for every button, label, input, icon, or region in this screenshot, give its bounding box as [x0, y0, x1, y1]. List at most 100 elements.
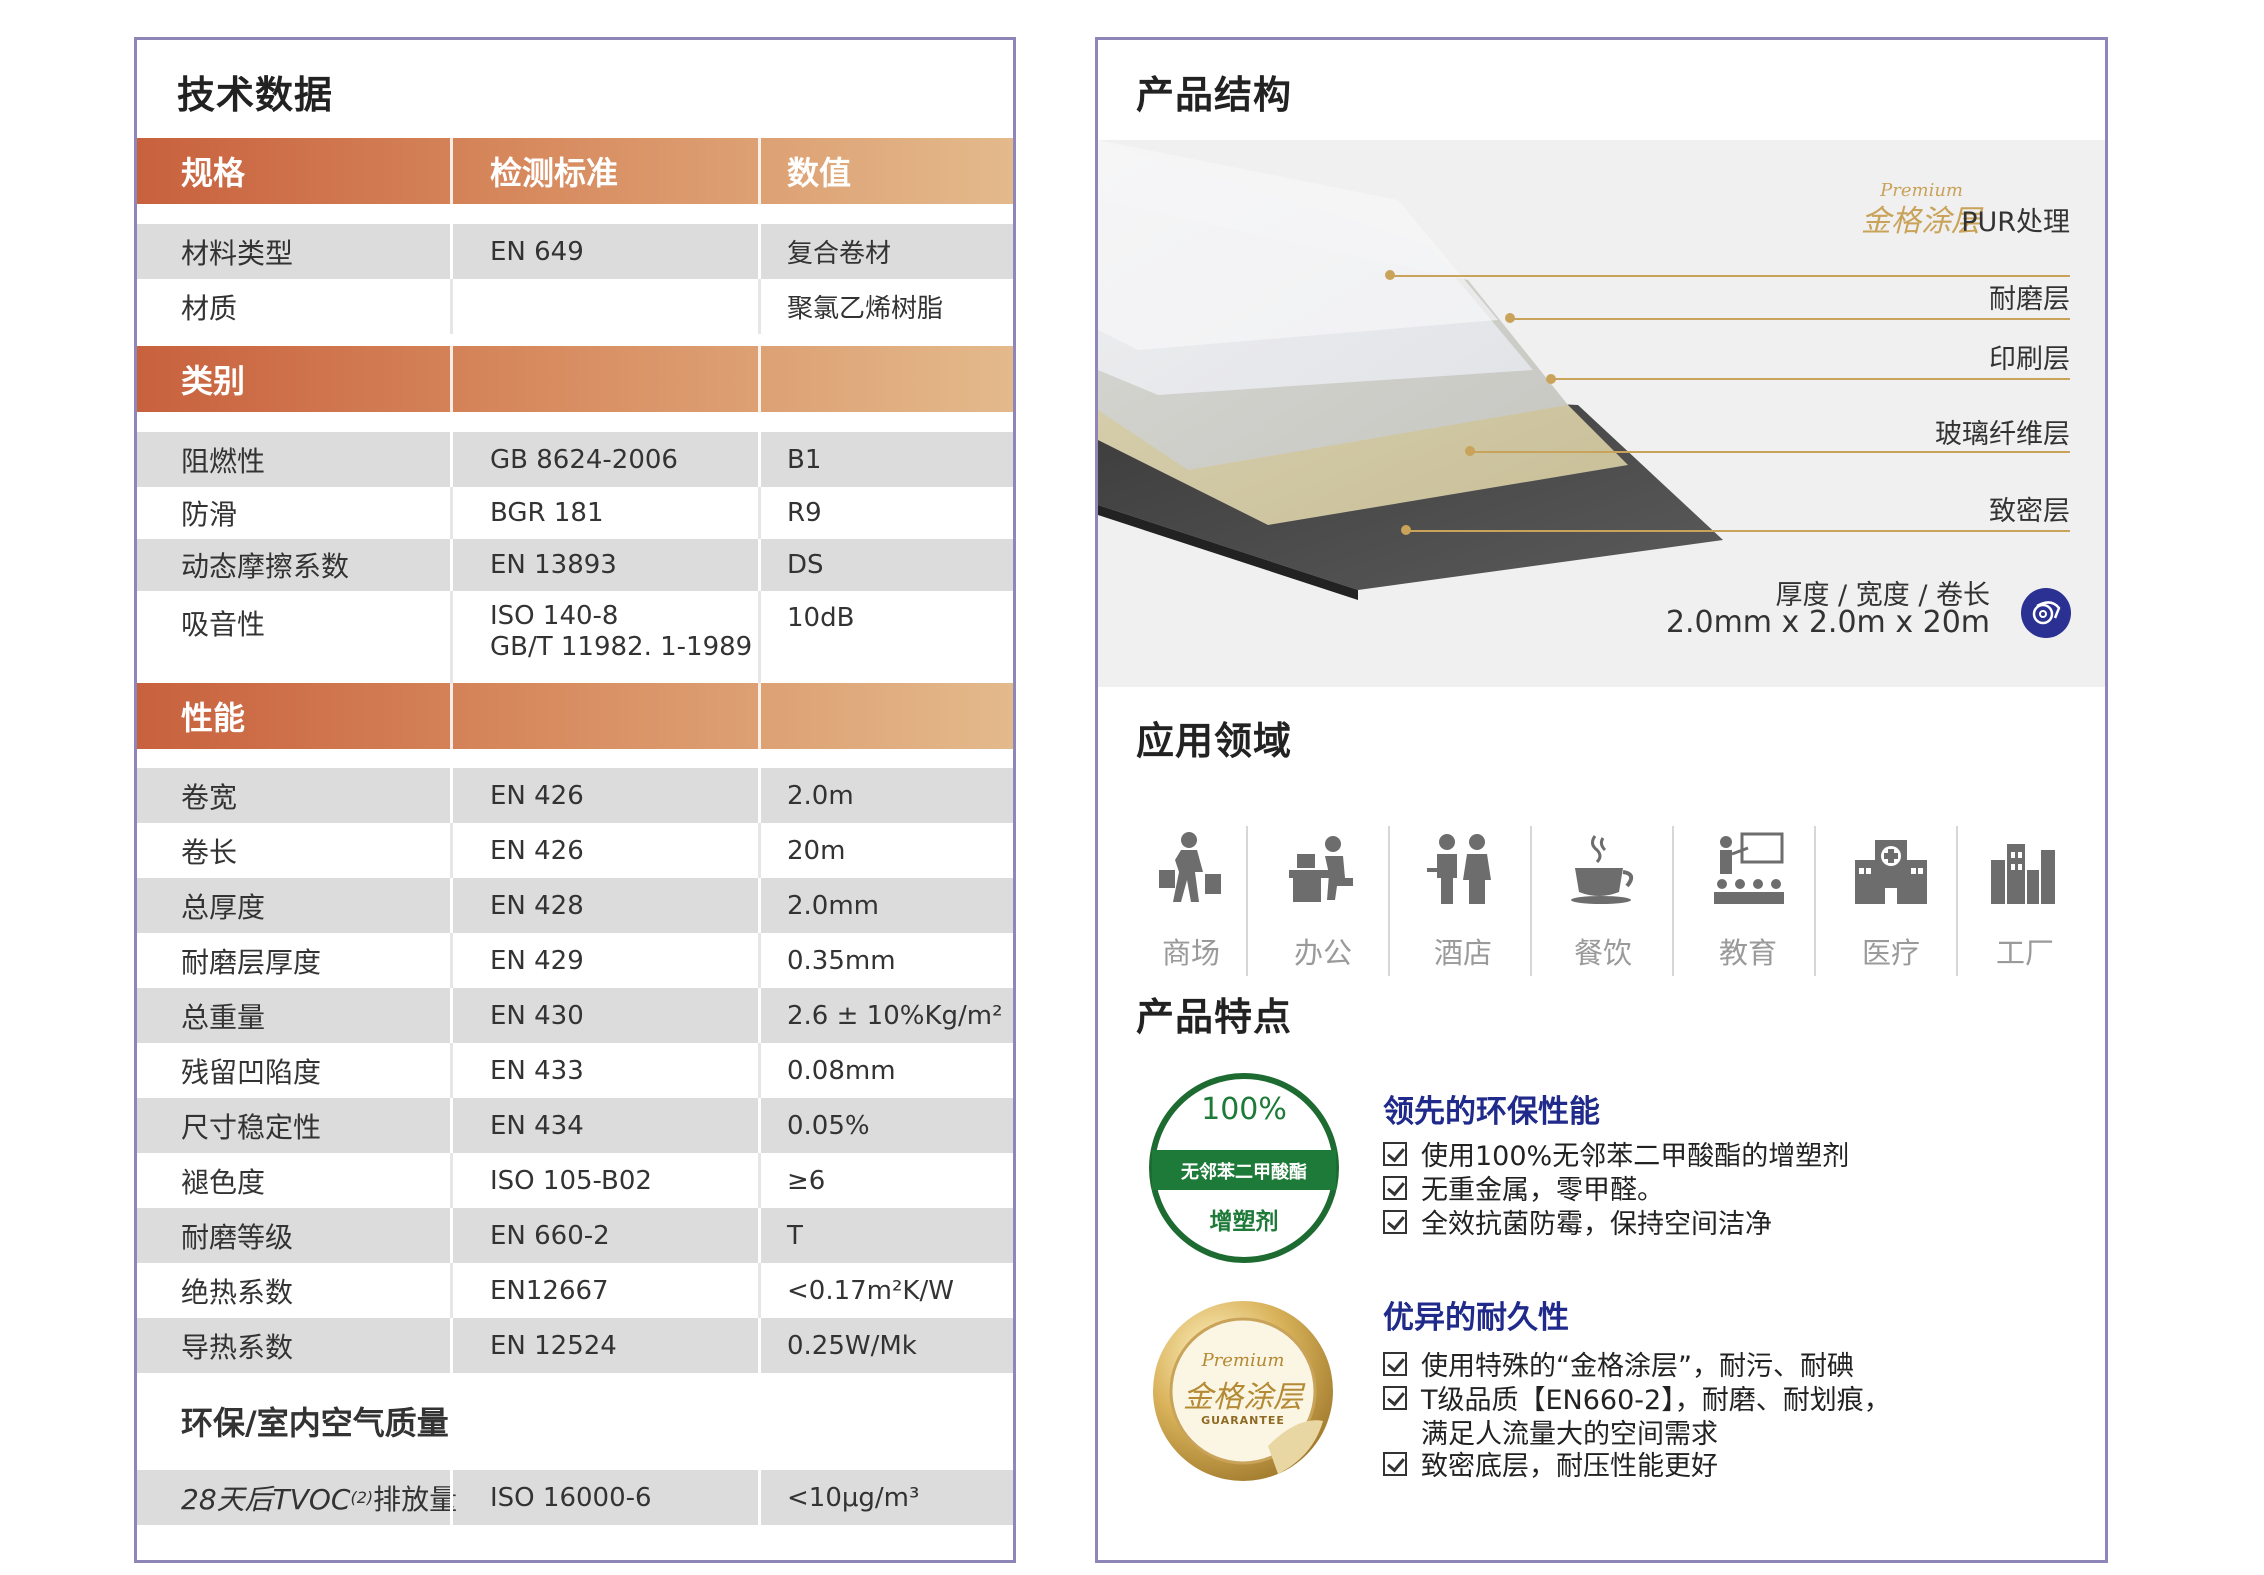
- row-standard: ISO 16000-6: [490, 1482, 652, 1513]
- dims-value: 2.0mm x 2.0m x 20m: [1665, 605, 1990, 640]
- tvoc-label-suffix: 排放量: [373, 1482, 458, 1516]
- pur-label: PUR处理: [1961, 207, 2070, 238]
- table-row: 阻燃性 GB 8624-2006 B1: [137, 432, 1013, 487]
- row-name: 卷宽: [181, 780, 238, 814]
- env-section-title: 环保/室内空气质量: [181, 1404, 449, 1442]
- hotel-staff-icon: [1427, 834, 1491, 904]
- table-row: 褪色度 ISO 105-B02 ≥6: [137, 1153, 1013, 1208]
- badge-bottom: 增塑剂: [1209, 1209, 1279, 1235]
- row-value: R9: [787, 498, 822, 528]
- divider: [1956, 826, 1958, 976]
- row-name: 材质: [181, 291, 238, 325]
- row-standard: EN 13893: [490, 550, 617, 580]
- application-label: 商场: [1161, 936, 1220, 970]
- pointer-line: [1470, 451, 2070, 453]
- checkbox-icon: [1383, 1175, 1407, 1200]
- feature1-item: 全效抗菌防霉，保持空间洁净: [1383, 1202, 1772, 1241]
- phthalate-free-badge: 100% 无邻苯二甲酸酯 增塑剂: [1146, 1070, 1342, 1266]
- table-row: 材质 聚氯乙烯树脂: [137, 279, 1013, 334]
- row-standard: ISO 105-B02: [490, 1165, 652, 1196]
- shopper-icon: [1159, 832, 1221, 902]
- table-row: 耐磨层厚度 EN 429 0.35mm: [137, 933, 1013, 988]
- row-name: 耐磨等级: [181, 1220, 294, 1254]
- row-standard: EN 434: [490, 1110, 584, 1141]
- pointer-line: [1390, 275, 2070, 277]
- row-standard: EN 12524: [490, 1330, 617, 1361]
- feature1-title: 领先的环保性能: [1383, 1094, 1600, 1130]
- header-standard: 检测标准: [490, 154, 619, 192]
- row-name: 防滑: [181, 498, 238, 531]
- row-value: <0.17m²K/W: [787, 1275, 954, 1306]
- row-value: 0.08mm: [787, 1055, 896, 1086]
- table-row: 耐磨等级 EN 660-2 T: [137, 1208, 1013, 1263]
- row-standard: ISO 140-8 GB/T 11982. 1-1989: [490, 591, 752, 683]
- badge-percent: 100%: [1201, 1092, 1287, 1127]
- table-row: 28天后TVOC (2) 排放量 ISO 16000-6 <10μg/m³: [137, 1470, 1013, 1525]
- table-row: 动态摩擦系数 EN 13893 DS: [137, 539, 1013, 591]
- application-medical: 医疗: [1826, 830, 1956, 980]
- tvoc-label: 28天后TVOC: [181, 1482, 351, 1516]
- layer-dense: 致密层: [1989, 496, 2070, 527]
- structure-diagram: Premium 金格涂层 PUR处理 耐磨层 印刷层 玻璃纤维层 致密层 厚度 …: [1098, 140, 2105, 687]
- features-title: 产品特点: [1136, 995, 1293, 1039]
- factory-icon: [1991, 844, 2055, 904]
- header-value: 数值: [787, 154, 852, 192]
- row-standard: EN 649: [490, 236, 584, 267]
- hospital-icon: [1855, 840, 1927, 904]
- row-standard: EN 430: [490, 1000, 584, 1031]
- row-value: <10μg/m³: [787, 1482, 920, 1513]
- application-label: 酒店: [1433, 936, 1492, 970]
- row-name: 阻燃性: [181, 444, 266, 478]
- row-value: T: [787, 1220, 803, 1251]
- row-name: 绝热系数: [181, 1275, 294, 1309]
- category-header: 类别: [137, 346, 1013, 412]
- roll-icon: [2021, 588, 2071, 638]
- standard-line: ISO 140-8: [490, 601, 619, 631]
- row-value: 0.35mm: [787, 945, 896, 976]
- application-factory: 工厂: [1960, 830, 2090, 980]
- seal-script: Premium: [1201, 1350, 1285, 1371]
- standard-line: GB/T 11982. 1-1989: [490, 632, 753, 662]
- row-standard: EN 428: [490, 890, 584, 921]
- structure-title: 产品结构: [1136, 73, 1293, 117]
- row-standard: EN 426: [490, 835, 584, 866]
- row-name: 总重量: [181, 1000, 266, 1034]
- checkbox-icon: [1383, 1209, 1407, 1234]
- row-value: 复合卷材: [787, 239, 892, 269]
- row-value: 0.25W/Mk: [787, 1330, 917, 1361]
- row-name: 材料类型: [181, 236, 294, 270]
- application-label: 教育: [1718, 936, 1777, 970]
- product-panel: 产品结构 Premium 金格涂层 PUR处理 耐磨层 印刷层 玻璃纤维层 致密…: [1095, 37, 2108, 1563]
- table-row: 残留凹陷度 EN 433 0.08mm: [137, 1043, 1013, 1098]
- badge-band: 无邻苯二甲酸酯: [1181, 1162, 1307, 1183]
- application-education: 教育: [1683, 830, 1813, 980]
- checkbox-icon: [1383, 1141, 1407, 1166]
- table-row: 卷宽 EN 426 2.0m: [137, 768, 1013, 823]
- row-value: 2.6 ± 10%Kg/m²: [787, 1000, 1003, 1031]
- premium-coating-seal: Premium 金格涂层 GUARANTEE: [1148, 1296, 1338, 1486]
- row-value: 2.0m: [787, 780, 854, 811]
- tech-data-panel: 技术数据 规格 检测标准 数值 材料类型 EN 649 复合卷材 材质 聚氯乙烯…: [134, 37, 1016, 1563]
- row-standard: BGR 181: [490, 498, 604, 528]
- row-standard: EN12667: [490, 1275, 609, 1306]
- divider: [1814, 826, 1816, 976]
- application-hotel: 酒店: [1398, 830, 1528, 980]
- row-standard: EN 433: [490, 1055, 584, 1086]
- performance-label: 性能: [181, 699, 246, 737]
- checkbox-icon: [1383, 1451, 1407, 1476]
- row-value: ≥6: [787, 1165, 826, 1196]
- office-icon: [1289, 836, 1353, 902]
- performance-header: 性能: [137, 683, 1013, 749]
- application-label: 办公: [1293, 936, 1352, 970]
- tvoc-footnote: (2): [350, 1488, 374, 1507]
- row-value: 聚氯乙烯树脂: [787, 294, 944, 324]
- application-label: 工厂: [1995, 936, 2054, 970]
- row-name: 动态摩擦系数: [181, 550, 350, 583]
- applications-title: 应用领域: [1136, 719, 1293, 763]
- application-label: 餐饮: [1573, 936, 1632, 970]
- seal-brand: 金格涂层: [1183, 1380, 1303, 1415]
- table-row: 导热系数 EN 12524 0.25W/Mk: [137, 1318, 1013, 1373]
- divider: [1530, 826, 1532, 976]
- layer-wear: 耐磨层: [1989, 284, 2070, 315]
- checkbox-icon: [1383, 1385, 1407, 1410]
